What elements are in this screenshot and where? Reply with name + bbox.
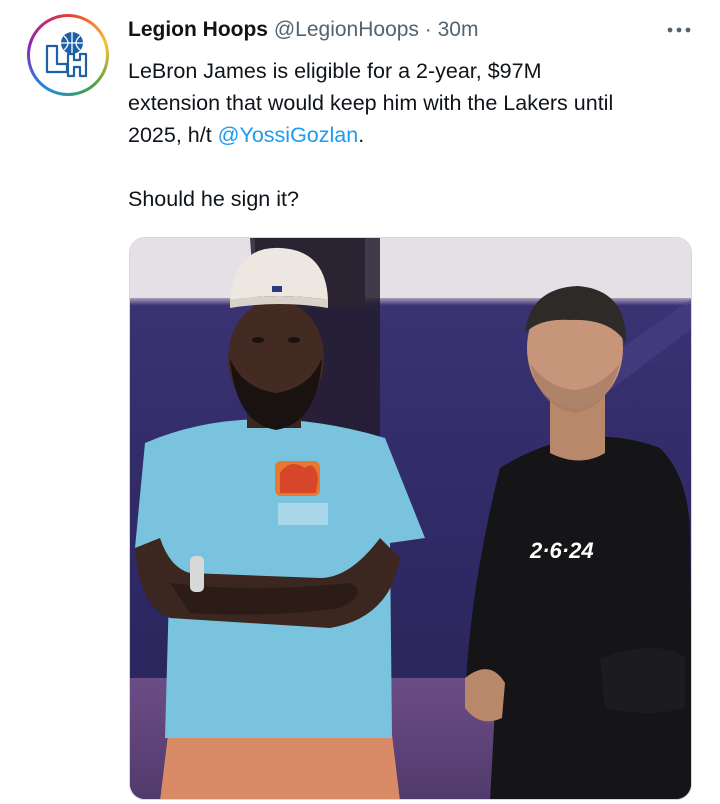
tweet-header: Legion Hoops @LegionHoops · 30m bbox=[128, 18, 688, 50]
avatar[interactable]: LH bbox=[27, 14, 109, 96]
tweet-text-line: 2025, h/t @YossiGozlan. bbox=[128, 119, 703, 151]
text-fragment: 2025, h/t bbox=[128, 123, 218, 147]
legion-hoops-logo-icon: LH bbox=[38, 25, 98, 85]
hoodie-print-text: 2·6·24 bbox=[529, 538, 594, 563]
user-handle[interactable]: @LegionHoops bbox=[274, 18, 419, 41]
more-options-icon[interactable] bbox=[664, 20, 694, 40]
tweet-question: Should he sign it? bbox=[128, 187, 299, 211]
text-fragment: . bbox=[358, 123, 365, 147]
photo-illustration: 2·6·24 bbox=[130, 238, 691, 799]
timestamp[interactable]: 30m bbox=[438, 18, 479, 41]
tweet-text-line: LeBron James is eligible for a 2-year, $… bbox=[128, 59, 542, 83]
tweet-photo[interactable]: 2·6·24 bbox=[129, 237, 692, 800]
display-name[interactable]: Legion Hoops bbox=[128, 18, 268, 41]
tweet-text-line: extension that would keep him with the L… bbox=[128, 91, 614, 115]
tweet-text: LeBron James is eligible for a 2-year, $… bbox=[128, 55, 703, 215]
separator-dot: · bbox=[424, 18, 432, 41]
tweet[interactable]: LH Legion Hoops @LegionHoops · 30m LeBro… bbox=[0, 0, 720, 804]
mention-link[interactable]: @YossiGozlan bbox=[218, 123, 359, 147]
